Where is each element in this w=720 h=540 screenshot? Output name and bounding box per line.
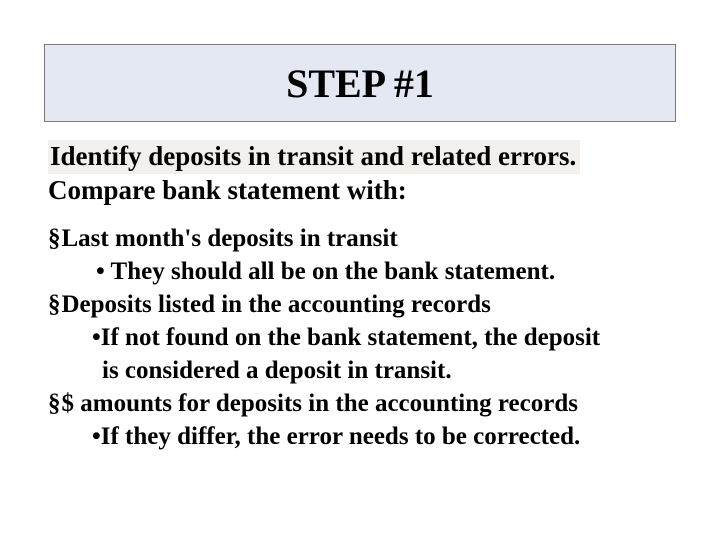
bullet-2-sub-line1: •If not found on the bank statement, the… <box>48 321 680 354</box>
bullet-2-sub-line2: is considered a deposit in transit. <box>48 354 680 387</box>
content-area: Identify deposits in transit and related… <box>48 140 680 453</box>
bullet-2: Deposits listed in the accounting record… <box>48 288 680 321</box>
bullet-3-sub: •If they differ, the error needs to be c… <box>48 420 680 453</box>
slide-title: STEP #1 <box>286 60 434 107</box>
lead-block: Identify deposits in transit and related… <box>48 140 680 208</box>
bullet-3: $ amounts for deposits in the accounting… <box>48 387 680 420</box>
lead-line-1: Identify deposits in transit and related… <box>50 141 576 171</box>
bullet-1-sub: • They should all be on the bank stateme… <box>48 255 680 288</box>
bullet-list: Last month's deposits in transit • They … <box>48 222 680 453</box>
slide: STEP #1 Identify deposits in transit and… <box>0 0 720 540</box>
title-band: STEP #1 <box>44 44 676 122</box>
lead-line-2: Compare bank statement with: <box>48 174 680 208</box>
bullet-1: Last month's deposits in transit <box>48 222 680 255</box>
lead-highlight: Identify deposits in transit and related… <box>48 140 580 174</box>
